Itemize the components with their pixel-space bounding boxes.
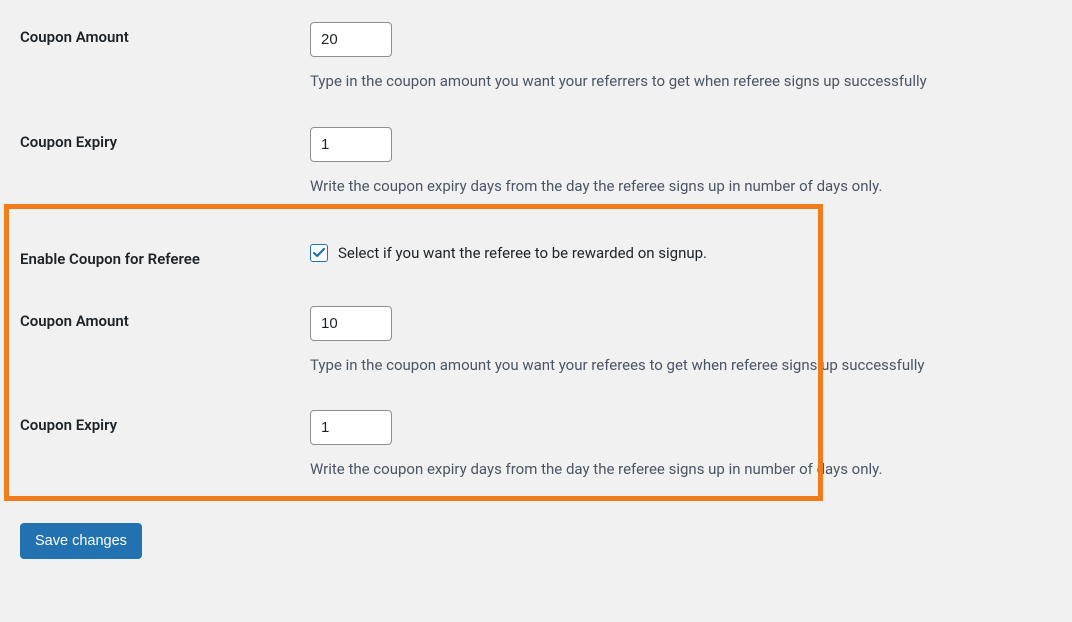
referee-coupon-expiry-row: Coupon Expiry Write the coupon expiry da… bbox=[0, 400, 1072, 505]
referee-coupon-expiry-input[interactable] bbox=[310, 410, 392, 445]
referrer-coupon-amount-row: Coupon Amount Type in the coupon amount … bbox=[0, 0, 1072, 117]
referrer-coupon-expiry-desc: Write the coupon expiry days from the da… bbox=[310, 176, 1052, 198]
referrer-coupon-expiry-row: Coupon Expiry Write the coupon expiry da… bbox=[0, 117, 1072, 222]
enable-coupon-referee-row: Enable Coupon for Referee Select if you … bbox=[0, 222, 1072, 296]
referrer-coupon-amount-desc: Type in the coupon amount you want your … bbox=[310, 71, 1052, 93]
referrer-coupon-expiry-label: Coupon Expiry bbox=[20, 127, 310, 151]
referee-coupon-amount-label: Coupon Amount bbox=[20, 306, 310, 330]
referrer-coupon-amount-input[interactable] bbox=[310, 22, 392, 57]
referee-coupon-expiry-desc: Write the coupon expiry days from the da… bbox=[310, 459, 1052, 481]
save-changes-button[interactable]: Save changes bbox=[20, 523, 142, 559]
checkmark-icon bbox=[313, 247, 325, 259]
enable-coupon-referee-checkbox-label: Select if you want the referee to be rew… bbox=[338, 244, 707, 262]
referee-coupon-amount-desc: Type in the coupon amount you want your … bbox=[310, 355, 1052, 377]
referee-coupon-amount-row: Coupon Amount Type in the coupon amount … bbox=[0, 296, 1072, 401]
referrer-coupon-expiry-input[interactable] bbox=[310, 127, 392, 162]
referee-coupon-expiry-label: Coupon Expiry bbox=[20, 410, 310, 434]
enable-coupon-referee-checkbox[interactable] bbox=[310, 244, 328, 262]
referrer-coupon-amount-label: Coupon Amount bbox=[20, 22, 310, 46]
referee-coupon-amount-input[interactable] bbox=[310, 306, 392, 341]
enable-coupon-referee-label: Enable Coupon for Referee bbox=[20, 244, 310, 268]
